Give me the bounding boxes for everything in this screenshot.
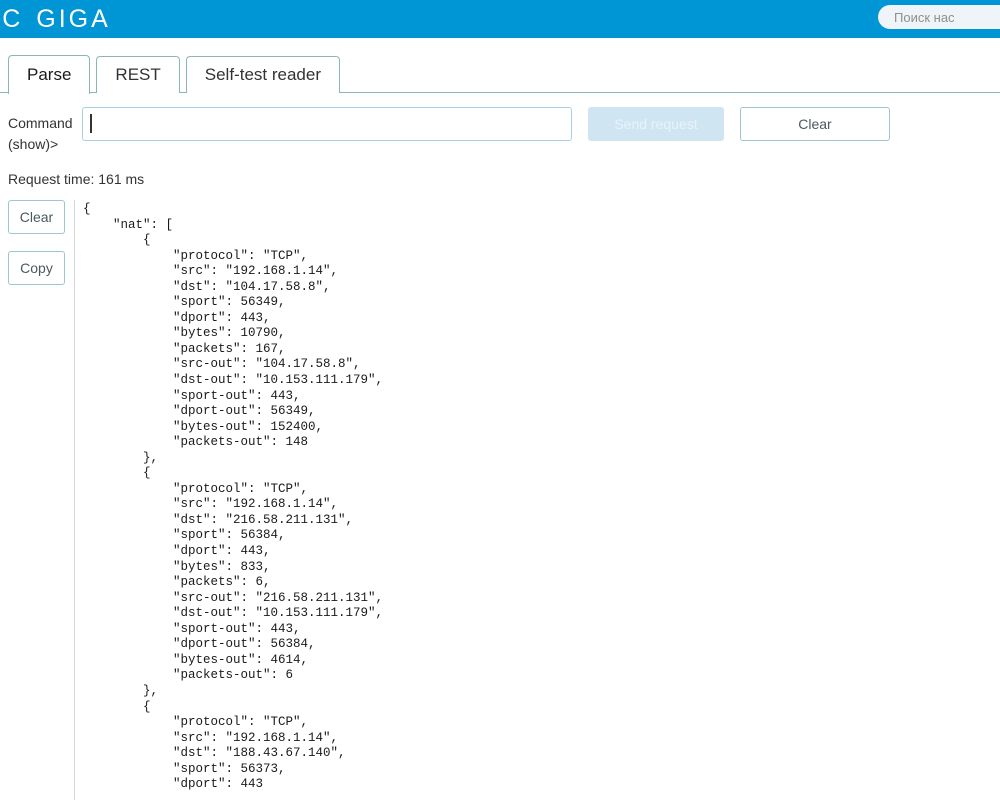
logo-text-secondary: GIGA	[36, 4, 111, 33]
text-caret	[90, 114, 92, 133]
output-actions-column: Clear Copy	[0, 200, 74, 800]
request-time-status: Request time: 161 ms	[8, 171, 145, 187]
header-search-field[interactable]: Поиск нас	[878, 5, 1000, 29]
logo-text-primary: TIC	[0, 4, 23, 33]
tab-parse[interactable]: Parse	[8, 55, 91, 94]
command-row: Command (show)> Send request Clear	[0, 93, 1000, 155]
send-request-button[interactable]: Send request	[588, 107, 724, 141]
output-area: Clear Copy { "nat": [ { "protocol": "TCP…	[0, 200, 1000, 800]
copy-output-button[interactable]: Copy	[8, 251, 65, 285]
app-logo: TIC GIGA	[0, 0, 111, 38]
command-input-wrap	[82, 107, 572, 141]
clear-output-button[interactable]: Clear	[8, 200, 65, 234]
json-output-text: { "nat": [ { "protocol": "TCP", "src": "…	[83, 202, 384, 792]
command-input[interactable]	[82, 107, 572, 141]
app-header: TIC GIGA Поиск нас	[0, 0, 1000, 38]
tab-self-test-reader[interactable]: Self-test reader	[185, 56, 340, 93]
clear-command-button[interactable]: Clear	[740, 107, 890, 141]
command-label: Command (show)>	[8, 107, 82, 155]
command-label-line1: Command	[8, 115, 73, 131]
header-search-placeholder: Поиск нас	[894, 9, 955, 25]
json-output-panel[interactable]: { "nat": [ { "protocol": "TCP", "src": "…	[74, 200, 1000, 800]
command-label-line2: (show)>	[8, 136, 59, 152]
tab-rest[interactable]: REST	[96, 56, 180, 93]
tab-bar: Parse REST Self-test reader	[0, 55, 1000, 94]
